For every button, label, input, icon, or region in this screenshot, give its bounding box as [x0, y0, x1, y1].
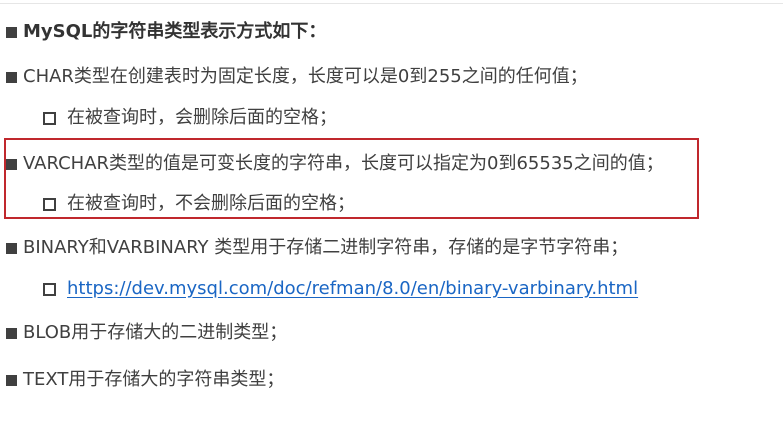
sub-item-text: 在被查询时，会删除后面的空格；: [67, 107, 337, 128]
sub-item-binary-link: https://dev.mysql.com/doc/refman/8.0/en/…: [43, 277, 638, 301]
top-divider: [0, 3, 783, 4]
list-item-varchar: VARCHAR类型的值是可变长度的字符串，长度可以指定为0到65535之间的值；: [6, 152, 664, 176]
square-bullet-icon: [6, 242, 17, 254]
list-item-blob: BLOB用于存储大的二进制类型；: [6, 321, 287, 345]
heading-text: MySQL的字符串类型表示方式如下：: [23, 21, 327, 42]
square-bullet-icon: [6, 71, 17, 83]
hollow-square-bullet-icon: [43, 282, 56, 296]
list-item-char: CHAR类型在创建表时为固定长度，长度可以是0到255之间的任何值；: [6, 65, 588, 89]
square-bullet-icon: [6, 327, 17, 339]
list-item-text: BLOB用于存储大的二进制类型；: [23, 322, 288, 343]
square-bullet-icon: [6, 26, 17, 38]
list-item-text: VARCHAR类型的值是可变长度的字符串，长度可以指定为0到65535之间的值；: [23, 153, 664, 174]
square-bullet-icon: [6, 158, 17, 170]
list-item-text: CHAR类型在创建表时为固定长度，长度可以是0到255之间的任何值；: [23, 66, 588, 87]
list-item-text-type: TEXT用于存储大的字符串类型；: [6, 368, 284, 392]
binary-varbinary-doc-link[interactable]: https://dev.mysql.com/doc/refman/8.0/en/…: [67, 277, 638, 301]
hollow-square-bullet-icon: [43, 111, 56, 125]
sub-item-varchar: 在被查询时，不会删除后面的空格；: [43, 192, 355, 216]
sub-item-text: 在被查询时，不会删除后面的空格；: [67, 193, 355, 214]
list-item-text: BINARY和VARBINARY 类型用于存储二进制字符串，存储的是字节字符串；: [23, 237, 629, 258]
sub-item-char: 在被查询时，会删除后面的空格；: [43, 106, 337, 130]
list-item-text: TEXT用于存储大的字符串类型；: [23, 369, 285, 390]
list-item-binary: BINARY和VARBINARY 类型用于存储二进制字符串，存储的是字节字符串；: [6, 236, 628, 260]
heading-row: MySQL的字符串类型表示方式如下：: [6, 20, 326, 44]
hollow-square-bullet-icon: [43, 197, 56, 211]
square-bullet-icon: [6, 374, 17, 386]
